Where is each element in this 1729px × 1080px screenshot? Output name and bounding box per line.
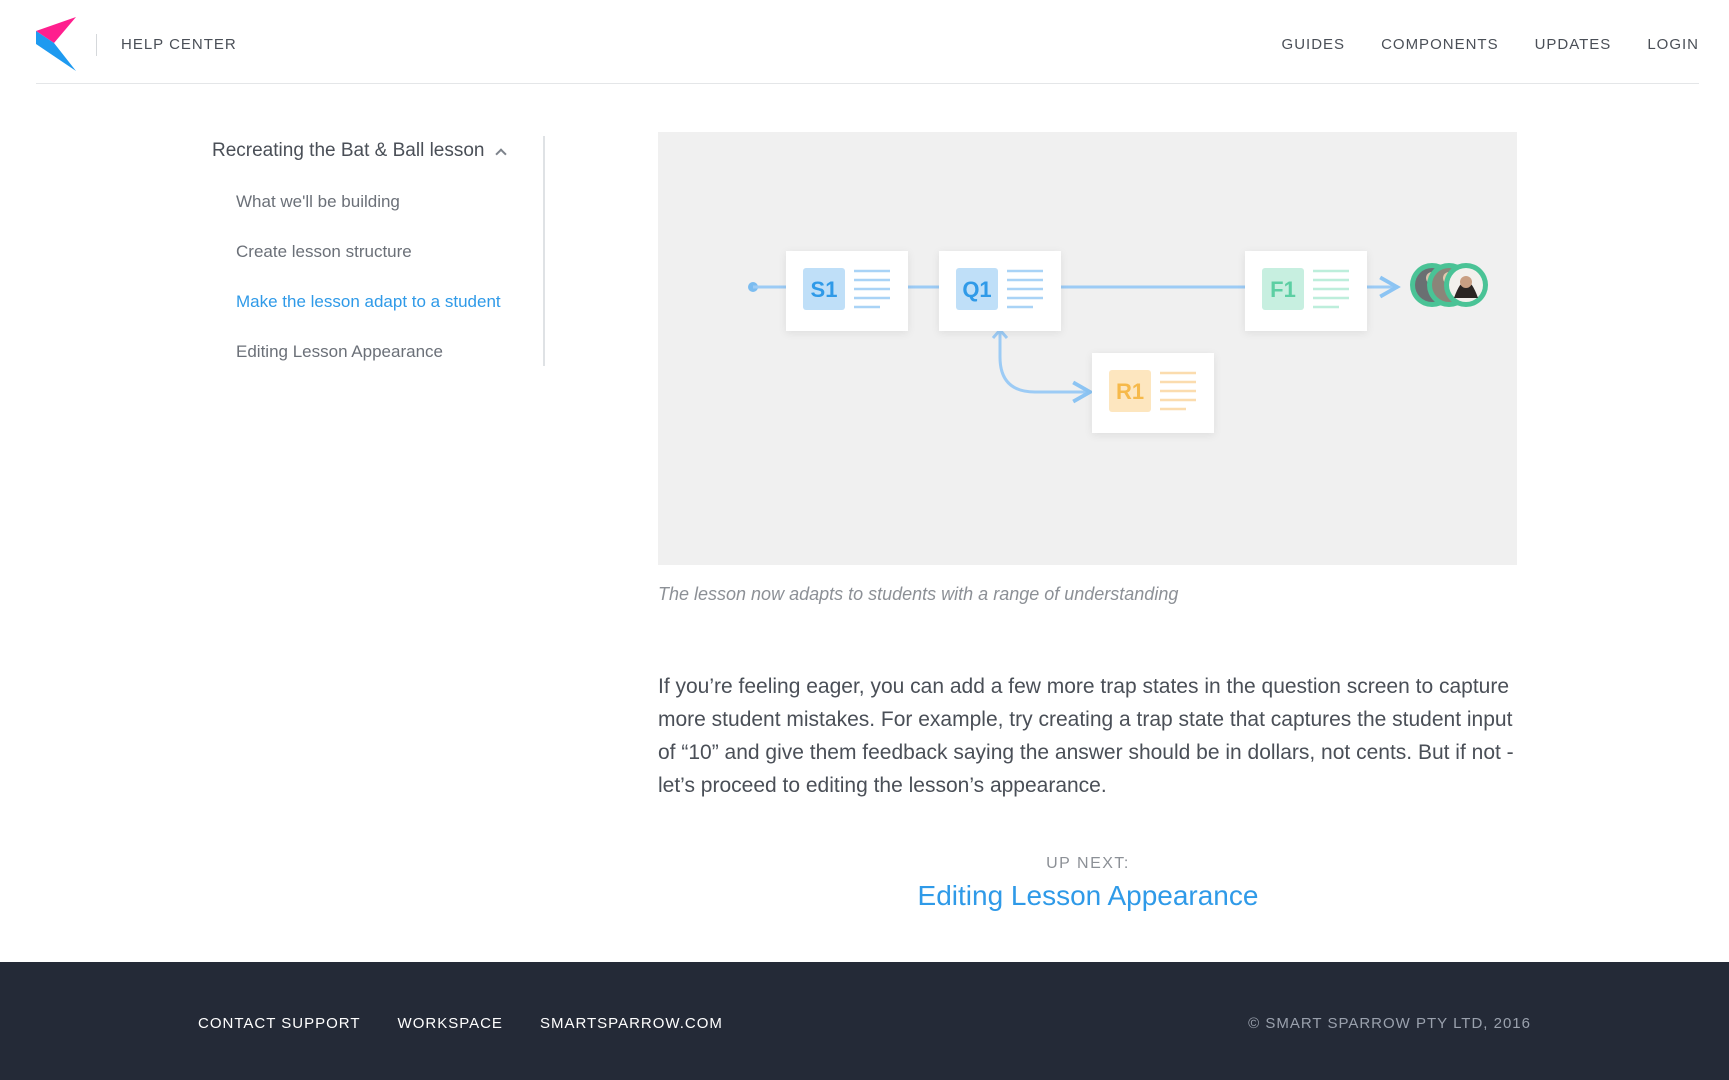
svg-text:R1: R1 <box>1116 379 1144 404</box>
chevron-up-icon <box>494 148 507 160</box>
sidebar-item-editing-lesson-appearance[interactable]: Editing Lesson Appearance <box>236 342 501 392</box>
svg-text:Q1: Q1 <box>962 277 991 302</box>
lesson-flow-diagram: S1 Q1 F1 R1 <box>748 251 1488 433</box>
sidebar-item-create-lesson-structure[interactable]: Create lesson structure <box>236 242 501 292</box>
nav-login[interactable]: LOGIN <box>1647 36 1699 53</box>
sidebar-item-what-well-be-building[interactable]: What we'll be building <box>236 192 501 242</box>
footer-link-workspace[interactable]: WORKSPACE <box>398 1015 503 1032</box>
nav-guides[interactable]: GUIDES <box>1282 36 1346 53</box>
node-r1: R1 <box>1092 353 1214 433</box>
sidebar-item-make-lesson-adapt[interactable]: Make the lesson adapt to a student <box>236 292 501 342</box>
figure-caption: The lesson now adapts to students with a… <box>658 584 1179 604</box>
sidebar-section-title: Recreating the Bat & Ball lesson <box>212 140 485 161</box>
copyright-text: © SMART SPARROW PTY LTD, 2016 <box>1248 1015 1531 1032</box>
sidebar-list: What we'll be building Create lesson str… <box>236 192 501 392</box>
up-next-link[interactable]: Editing Lesson Appearance <box>658 880 1518 912</box>
up-next-label: UP NEXT: <box>1046 855 1130 872</box>
site-footer: CONTACT SUPPORT WORKSPACE SMARTSPARROW.C… <box>0 962 1729 1080</box>
footer-nav: CONTACT SUPPORT WORKSPACE SMARTSPARROW.C… <box>198 1015 723 1032</box>
footer-link-contact-support[interactable]: CONTACT SUPPORT <box>198 1015 361 1032</box>
lesson-flow-figure: S1 Q1 F1 R1 <box>658 132 1517 565</box>
node-f1: F1 <box>1245 251 1367 331</box>
svg-text:S1: S1 <box>811 277 838 302</box>
help-center-label[interactable]: HELP CENTER <box>121 36 237 53</box>
node-q1: Q1 <box>939 251 1061 331</box>
top-nav: GUIDES COMPONENTS UPDATES LOGIN <box>1282 36 1699 53</box>
sidebar: Recreating the Bat & Ball lesson What we… <box>212 136 545 366</box>
student-avatars-icon <box>1410 263 1488 307</box>
node-s1: S1 <box>786 251 908 331</box>
nav-updates[interactable]: UPDATES <box>1535 36 1612 53</box>
header-divider <box>96 34 97 56</box>
svg-text:F1: F1 <box>1270 277 1296 302</box>
footer-link-smartsparrow[interactable]: SMARTSPARROW.COM <box>540 1015 723 1032</box>
remediation-arrow <box>998 331 1094 404</box>
nav-components[interactable]: COMPONENTS <box>1381 36 1499 53</box>
site-header: HELP CENTER GUIDES COMPONENTS UPDATES LO… <box>36 0 1699 84</box>
sidebar-section-toggle[interactable]: Recreating the Bat & Ball lesson <box>212 140 507 162</box>
article-paragraph: If you’re feeling eager, you can add a f… <box>658 675 1514 797</box>
logo-icon[interactable] <box>36 17 78 71</box>
